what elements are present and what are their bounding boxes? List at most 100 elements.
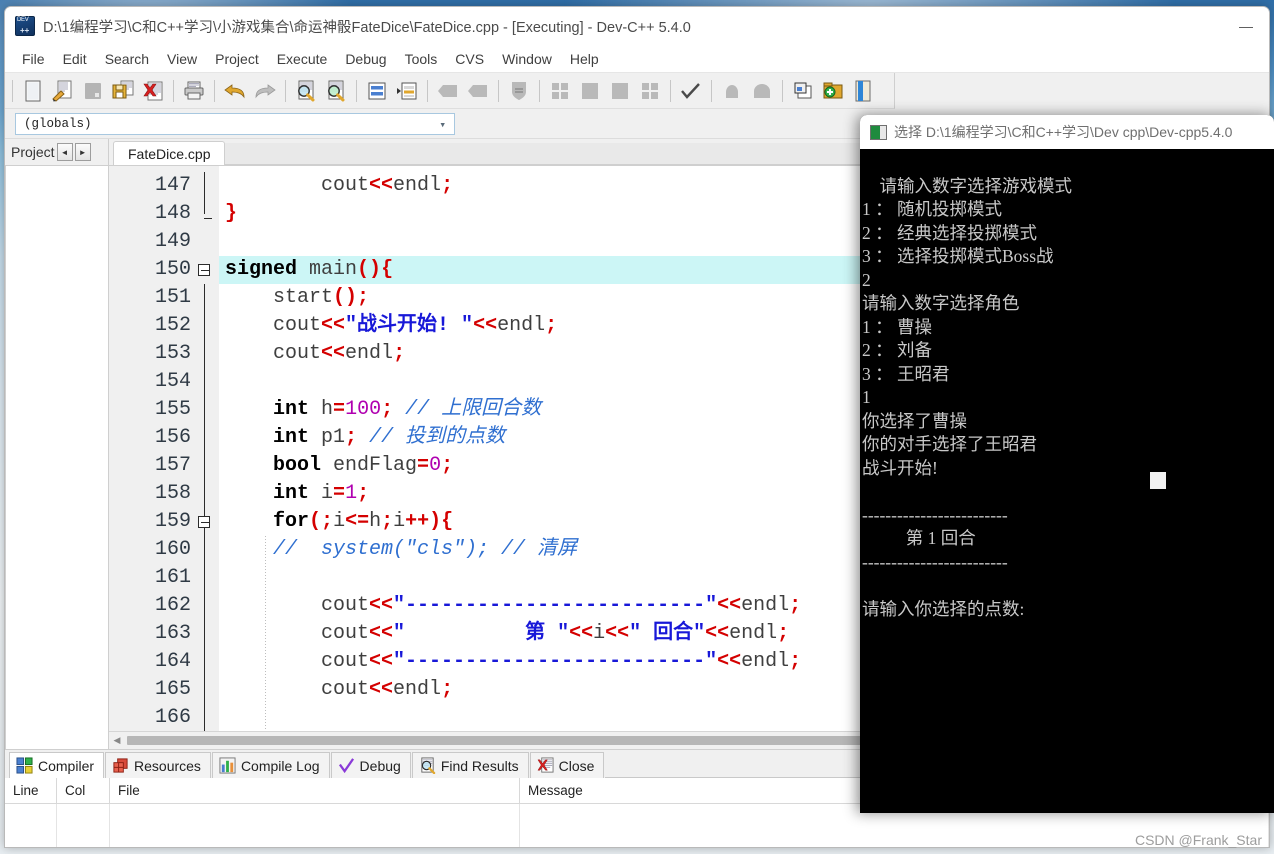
minimize-button[interactable]: — [1223, 7, 1269, 45]
run-button[interactable] [576, 77, 604, 105]
scroll-left-arrow-icon[interactable]: ◀ [109, 733, 125, 749]
rebuild-all-button[interactable] [636, 77, 664, 105]
close-file-button[interactable] [139, 77, 167, 105]
fold-guide-line [203, 284, 205, 731]
redo-button[interactable] [251, 77, 279, 105]
scope-combo[interactable]: (globals) ▾ [15, 112, 455, 135]
code-token: << [705, 622, 730, 645]
bar-chart-icon [219, 757, 236, 774]
code-folding-column[interactable] [197, 166, 219, 731]
back-nav-button[interactable] [434, 77, 462, 105]
toolbar-group-goto [362, 76, 422, 106]
code-token: () [333, 286, 358, 309]
toolbar-separator [782, 79, 783, 102]
toolbar-separator [427, 79, 428, 102]
tab-debug[interactable]: Debug [330, 752, 411, 778]
tab-compiler[interactable]: Compiler [9, 752, 105, 778]
project-options-button[interactable] [849, 77, 877, 105]
toolbar-separator [173, 79, 174, 102]
project-tree[interactable] [5, 165, 108, 749]
fold-collapse-box[interactable] [198, 516, 210, 528]
toolbar-separator [498, 79, 499, 102]
tab-close[interactable]: Close [529, 752, 605, 778]
line-number: 151 [154, 286, 191, 309]
goto-line-button[interactable] [363, 77, 391, 105]
project-panel-tabs: Project ◄ ► [5, 139, 108, 165]
code-token: cout [273, 314, 322, 337]
code-token: ( [309, 510, 322, 533]
fold-collapse-box[interactable] [198, 264, 210, 276]
code-token: endl [393, 174, 442, 197]
menu-item-file[interactable]: File [13, 48, 54, 70]
tab-compile-log[interactable]: Compile Log [211, 752, 330, 778]
menu-item-view[interactable]: View [158, 48, 206, 70]
compile-run-button[interactable] [606, 77, 634, 105]
menu-item-window[interactable]: Window [493, 48, 561, 70]
line-number: 165 [154, 678, 191, 701]
code-token: ; [545, 314, 558, 337]
new-project-button[interactable] [819, 77, 847, 105]
menu-item-edit[interactable]: Edit [54, 48, 96, 70]
tab-scroll-right-button[interactable]: ► [74, 143, 91, 161]
add-to-project-button[interactable] [789, 77, 817, 105]
open-file-button[interactable] [49, 77, 77, 105]
toolbar-separator [356, 79, 357, 102]
tab-project[interactable]: Project [11, 144, 55, 160]
toolbar [5, 73, 895, 109]
column-header-line[interactable]: Line [5, 778, 57, 803]
line-number: 148 [154, 202, 191, 225]
new-file-button[interactable] [19, 77, 47, 105]
menu-item-debug[interactable]: Debug [336, 48, 395, 70]
window-titlebar[interactable]: D:\1编程学习\C和C++学习\小游戏集合\命运神骰FateDice\Fate… [5, 7, 1269, 45]
find-button[interactable] [292, 77, 320, 105]
toolbar-group-project [788, 76, 878, 106]
forward-nav-button[interactable] [464, 77, 492, 105]
line-number: 160 [154, 538, 191, 561]
undo-button[interactable] [221, 77, 249, 105]
red-x-icon [537, 757, 554, 773]
debug-button[interactable] [718, 77, 746, 105]
tab-fatedice-cpp[interactable]: FateDice.cpp [113, 141, 226, 165]
fold-minus-icon [201, 522, 209, 523]
column-header-file[interactable]: File [110, 778, 520, 803]
menu-item-tools[interactable]: Tools [396, 48, 447, 70]
toolbar-group-print [179, 76, 209, 106]
menu-item-cvs[interactable]: CVS [446, 48, 493, 70]
chevron-down-icon[interactable]: ▾ [439, 118, 446, 132]
csdn-watermark: CSDN @Frank_Star [1134, 832, 1262, 848]
profile-button[interactable] [748, 77, 776, 105]
compile-button[interactable] [546, 77, 574, 105]
code-token: endl [393, 678, 442, 701]
column-header-col[interactable]: Col [57, 778, 110, 803]
goto-function-button[interactable] [393, 77, 421, 105]
shield-button[interactable] [505, 77, 533, 105]
menu-item-search[interactable]: Search [96, 48, 158, 70]
console-window[interactable]: 选择 D:\1编程学习\C和C++学习\Dev cpp\Dev-cpp5.4.0… [860, 115, 1274, 813]
toolbar-separator [670, 79, 671, 102]
menu-item-project[interactable]: Project [206, 48, 268, 70]
syntax-check-button[interactable] [677, 77, 705, 105]
line-number: 166 [154, 706, 191, 729]
save-file-button[interactable] [79, 77, 107, 105]
menu-item-help[interactable]: Help [561, 48, 608, 70]
tab-resources[interactable]: Resources [105, 752, 211, 778]
menu-item-execute[interactable]: Execute [268, 48, 337, 70]
window-title: D:\1编程学习\C和C++学习\小游戏集合\命运神骰FateDice\Fate… [43, 19, 691, 36]
code-token: endl [345, 342, 394, 365]
line-number: 157 [154, 454, 191, 477]
tab-scroll-left-button[interactable]: ◄ [56, 143, 73, 161]
code-token: endl [497, 314, 546, 337]
print-button[interactable] [180, 77, 208, 105]
code-token: " 第 " [393, 622, 570, 645]
console-titlebar[interactable]: 选择 D:\1编程学习\C和C++学习\Dev cpp\Dev-cpp5.4.0 [860, 115, 1274, 149]
save-all-button[interactable] [109, 77, 137, 105]
replace-button[interactable] [322, 77, 350, 105]
tab-find-results[interactable]: Find Results [411, 752, 529, 778]
console-output[interactable]: 请输入数字选择游戏模式 1 ： 随机投掷模式 2 ： 经典选择投掷模式 3 ： … [860, 149, 1274, 813]
red-windows-icon [113, 758, 128, 773]
